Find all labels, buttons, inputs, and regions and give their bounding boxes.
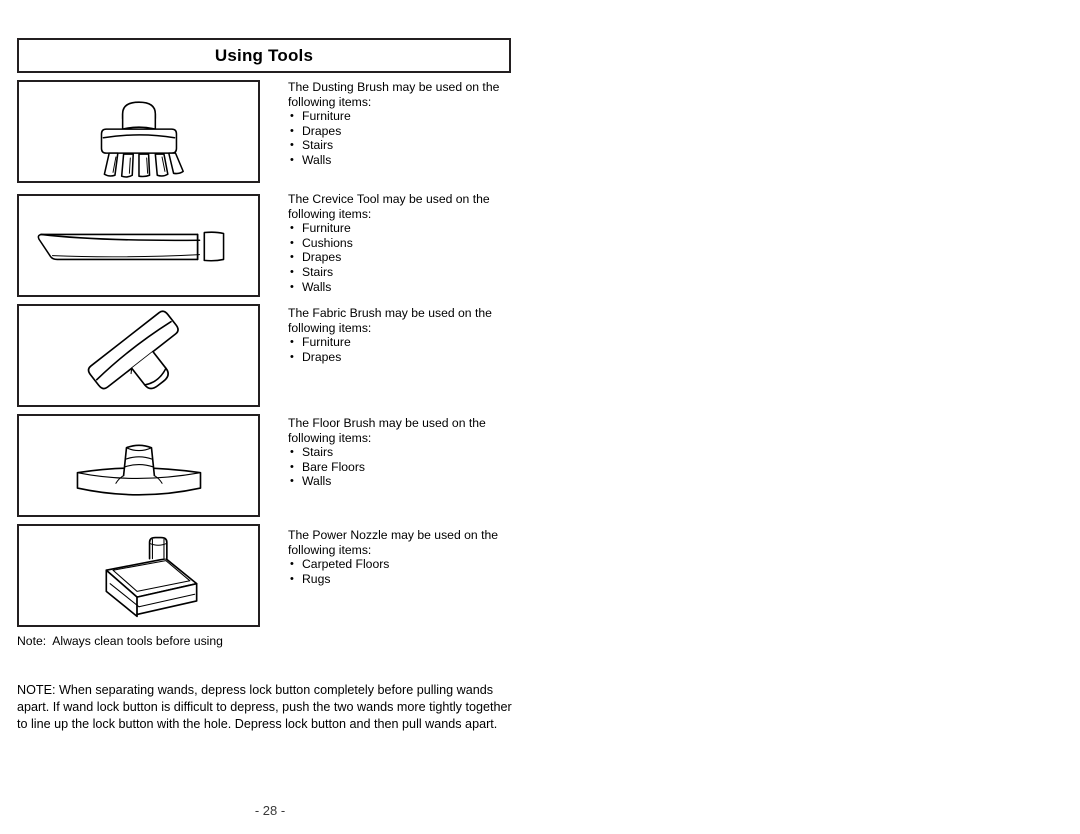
tool-text-block-fabric-brush: The Fabric Brush may be used on the foll…	[288, 306, 523, 364]
list-item: Stairs	[288, 138, 523, 153]
tool-intro-text: The Fabric Brush may be used on the foll…	[288, 306, 492, 335]
list-item: Drapes	[288, 250, 523, 265]
page-title-box: Using Tools	[17, 38, 511, 73]
list-item: Furniture	[288, 335, 523, 350]
list-item: Bare Floors	[288, 460, 523, 475]
list-item: Stairs	[288, 265, 523, 280]
power-nozzle-drawing	[105, 536, 198, 618]
list-item: Carpeted Floors	[288, 557, 523, 572]
tool-text-block-power-nozzle: The Power Nozzle may be used on the foll…	[288, 528, 523, 586]
tool-text-block-crevice-tool: The Crevice Tool may be used on the foll…	[288, 192, 523, 294]
fabric-brush-drawing	[87, 310, 179, 390]
tool-intro-text: The Power Nozzle may be used on the foll…	[288, 528, 499, 557]
list-item: Cushions	[288, 236, 523, 251]
fabric-brush-illustration	[17, 304, 260, 407]
tool-item-list: Furniture Drapes Stairs Walls	[288, 109, 523, 167]
page-title: Using Tools	[214, 45, 314, 65]
crevice-tool-drawing	[37, 231, 225, 262]
wand-separation-note: NOTE: When separating wands, depress loc…	[17, 683, 512, 731]
list-item: Furniture	[288, 109, 523, 124]
list-item: Furniture	[288, 221, 523, 236]
dusting-brush-illustration	[17, 80, 260, 183]
list-item: Drapes	[288, 350, 523, 365]
list-item: Drapes	[288, 124, 523, 139]
tool-item-list: Furniture Cushions Drapes Stairs Walls	[288, 221, 523, 294]
dusting-brush-drawing	[100, 101, 184, 178]
list-item: Walls	[288, 474, 523, 489]
list-item: Stairs	[288, 445, 523, 460]
list-item: Walls	[288, 153, 523, 168]
tool-item-list: Carpeted Floors Rugs	[288, 557, 523, 586]
list-item: Rugs	[288, 572, 523, 587]
tool-intro-text: The Crevice Tool may be used on the foll…	[288, 192, 490, 221]
tool-item-list: Stairs Bare Floors Walls	[288, 445, 523, 489]
tool-text-block-dusting-brush: The Dusting Brush may be used on the fol…	[288, 80, 523, 168]
crevice-tool-illustration	[17, 194, 260, 297]
floor-brush-illustration	[17, 414, 260, 517]
page-number: - 28 -	[254, 803, 286, 818]
floor-brush-drawing	[76, 444, 202, 496]
power-nozzle-illustration	[17, 524, 260, 627]
list-item: Walls	[288, 280, 523, 295]
tool-intro-text: The Dusting Brush may be used on the fol…	[288, 80, 500, 109]
tool-item-list: Furniture Drapes	[288, 335, 523, 364]
tool-text-block-floor-brush: The Floor Brush may be used on the follo…	[288, 416, 523, 489]
tool-intro-text: The Floor Brush may be used on the follo…	[288, 416, 486, 445]
tools-cleaning-note: Note: Always clean tools before using	[17, 634, 223, 648]
